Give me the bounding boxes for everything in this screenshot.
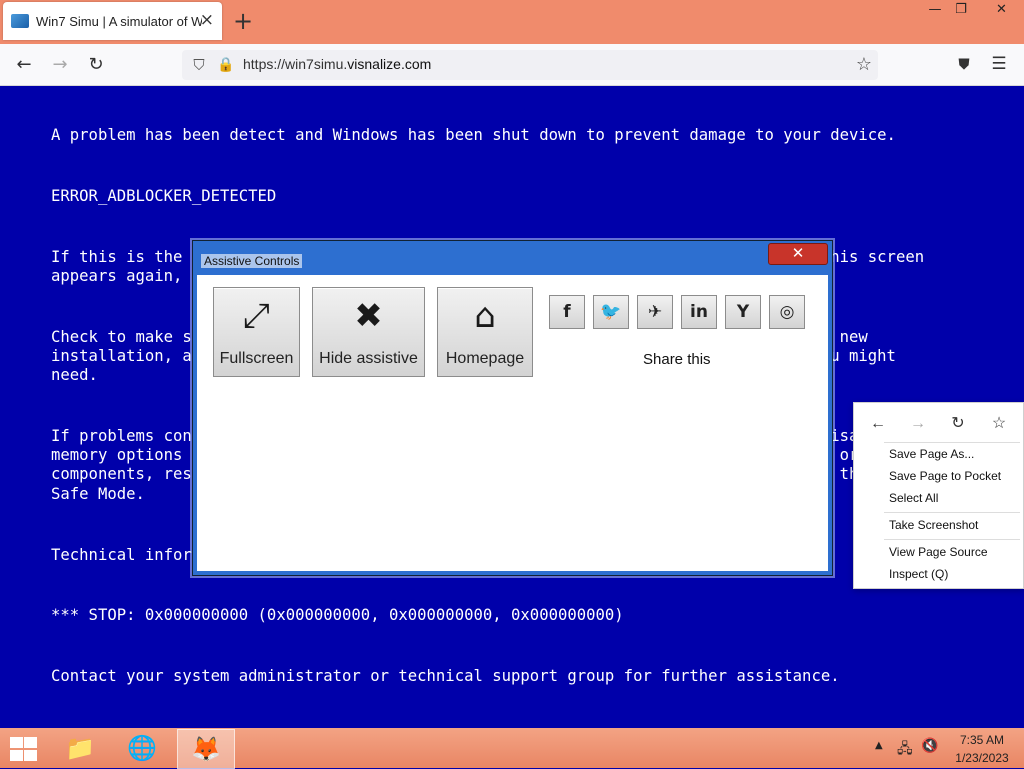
context-forward-icon[interactable]: → bbox=[905, 411, 931, 437]
share-this-label: Share this bbox=[643, 351, 711, 368]
window-close-button[interactable]: ✕ bbox=[979, 0, 1024, 22]
start-button[interactable] bbox=[8, 736, 38, 762]
bsod-stop-code: *** STOP: 0x000000000 (0x000000000, 0x00… bbox=[51, 606, 624, 624]
homepage-button[interactable]: ⌂ Homepage bbox=[437, 287, 533, 377]
tab-favicon-icon bbox=[11, 14, 29, 28]
expand-arrows-icon: ⤢ bbox=[242, 296, 271, 336]
forward-button[interactable]: → bbox=[47, 52, 73, 78]
telegram-share-icon[interactable]: ✈ bbox=[637, 295, 673, 329]
menu-item-take-screenshot[interactable]: Take Screenshot bbox=[889, 518, 978, 532]
context-nav-row: ← → ↻ ☆ bbox=[854, 411, 1023, 437]
window-maximize-button[interactable]: ❐ bbox=[944, 0, 978, 22]
context-back-icon[interactable]: ← bbox=[865, 411, 891, 437]
context-separator bbox=[884, 539, 1020, 540]
windows-logo-icon bbox=[24, 750, 37, 761]
url-text[interactable]: https://win7simu.visnalize.com bbox=[243, 56, 431, 72]
hide-assistive-label: Hide assistive bbox=[319, 350, 418, 367]
assistive-controls-dialog: Assistive Controls ✕ ⤢ Fullscreen ✖ Hide… bbox=[192, 240, 833, 576]
new-tab-button[interactable]: + bbox=[233, 8, 253, 34]
hackernews-share-icon[interactable]: Y bbox=[725, 295, 761, 329]
clock-time[interactable]: 7:35 AM bbox=[944, 733, 1020, 747]
dialog-body: ⤢ Fullscreen ✖ Hide assistive ⌂ Homepage… bbox=[197, 275, 828, 571]
menu-item-view-source[interactable]: View Page Source bbox=[889, 545, 988, 559]
navigation-toolbar: ← → ↻ ⛉ 🔒 https://win7simu.visnalize.com… bbox=[0, 44, 1024, 86]
twitter-share-icon[interactable]: 🐦 bbox=[593, 295, 629, 329]
lock-icon[interactable]: 🔒 bbox=[216, 54, 236, 76]
context-bookmark-icon[interactable]: ☆ bbox=[986, 411, 1012, 437]
menu-item-inspect[interactable]: Inspect (Q) bbox=[889, 567, 948, 581]
chrome-icon[interactable]: 🌐 bbox=[114, 729, 170, 767]
show-hidden-icons-icon[interactable]: ▲ bbox=[875, 740, 883, 751]
tab-title: Win7 Simu | A simulator of Win bbox=[36, 13, 202, 29]
menu-item-save-page-as[interactable]: Save Page As... bbox=[889, 447, 974, 461]
clock-date[interactable]: 1/23/2023 bbox=[944, 751, 1020, 765]
windows-logo-icon bbox=[10, 737, 23, 748]
bsod-line-8: Contact your system administrator or tec… bbox=[51, 667, 840, 685]
linkedin-share-icon[interactable]: in bbox=[681, 295, 717, 329]
bookmark-star-icon[interactable]: ☆ bbox=[856, 54, 872, 76]
tab-bar: Win7 Simu | A simulator of Win × + — ❐ ✕ bbox=[0, 0, 1024, 44]
context-menu: ← → ↻ ☆ Save Page As... Save Page to Poc… bbox=[853, 402, 1024, 589]
menu-item-save-to-pocket[interactable]: Save Page to Pocket bbox=[889, 469, 1001, 483]
x-circle-icon: ✖ bbox=[354, 296, 383, 336]
bsod-line-1: A problem has been detect and Windows ha… bbox=[51, 126, 896, 144]
homepage-label: Homepage bbox=[445, 350, 525, 367]
windows-logo-icon bbox=[10, 750, 23, 761]
file-explorer-icon[interactable]: 📁 bbox=[52, 729, 108, 767]
shield-icon[interactable]: ⛉ bbox=[188, 54, 210, 76]
dialog-close-button[interactable]: ✕ bbox=[768, 243, 828, 265]
hamburger-menu-icon[interactable]: ☰ bbox=[989, 54, 1009, 74]
fullscreen-label: Fullscreen bbox=[219, 350, 294, 367]
url-scheme: https://win7simu. bbox=[243, 56, 348, 72]
facebook-share-icon[interactable]: f bbox=[549, 295, 585, 329]
firefox-icon[interactable]: 🦊 bbox=[177, 729, 235, 769]
url-host: visnalize.com bbox=[347, 56, 432, 72]
volume-muted-icon[interactable]: 🔇 bbox=[921, 738, 938, 754]
context-separator bbox=[884, 512, 1020, 513]
url-bar[interactable]: ⛉ 🔒 https://win7simu.visnalize.com ☆ bbox=[182, 50, 878, 80]
weibo-share-icon[interactable]: ◎ bbox=[769, 295, 805, 329]
tab-win7simu[interactable]: Win7 Simu | A simulator of Win × bbox=[3, 2, 222, 40]
tab-close-icon[interactable]: × bbox=[200, 11, 214, 29]
back-button[interactable]: ← bbox=[11, 52, 37, 78]
fullscreen-button[interactable]: ⤢ Fullscreen bbox=[213, 287, 300, 377]
context-reload-icon[interactable]: ↻ bbox=[945, 411, 971, 437]
network-icon[interactable]: 🖧 bbox=[897, 738, 913, 762]
context-separator bbox=[884, 442, 1020, 443]
menu-item-select-all[interactable]: Select All bbox=[889, 491, 938, 505]
windows-logo-icon bbox=[24, 737, 37, 748]
reload-button[interactable]: ↻ bbox=[83, 52, 109, 78]
pocket-icon[interactable]: ⛊ bbox=[954, 54, 974, 74]
home-icon: ⌂ bbox=[474, 296, 496, 336]
taskbar: 📁 🌐 🦊 ▲ 🖧 🔇 7:35 AM 1/23/2023 bbox=[0, 728, 1024, 769]
hide-assistive-button[interactable]: ✖ Hide assistive bbox=[312, 287, 425, 377]
bsod-error-code: ERROR_ADBLOCKER_DETECTED bbox=[51, 187, 277, 205]
dialog-title: Assistive Controls bbox=[201, 254, 303, 268]
